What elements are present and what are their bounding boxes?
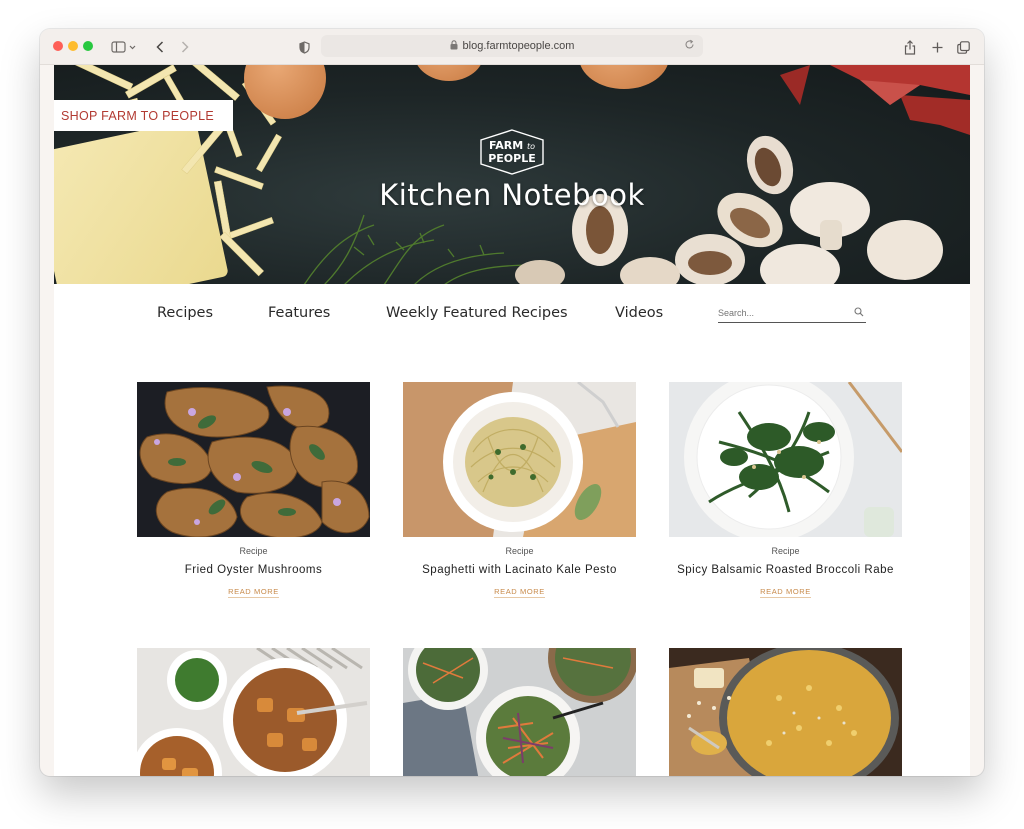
recipe-card[interactable]: Recipe Fried Oyster Mushrooms READ MORE	[137, 382, 370, 598]
search-box	[718, 305, 866, 323]
card-title[interactable]: Fried Oyster Mushrooms	[137, 564, 370, 576]
close-window-button[interactable]	[53, 41, 63, 51]
main-navigation: Recipes Features Weekly Featured Recipes…	[54, 284, 970, 344]
nav-item-recipes[interactable]: Recipes	[157, 305, 213, 321]
browser-toolbar: blog.farmtopeople.com	[40, 29, 984, 65]
spaghetti-kale-pesto-photo[interactable]	[403, 382, 636, 537]
logo-word-to: to	[527, 142, 536, 151]
logo-word-people: PEOPLE	[488, 152, 536, 165]
egg-image	[414, 65, 484, 81]
back-arrow-icon[interactable]	[153, 36, 167, 58]
card-title[interactable]: Spicy Balsamic Roasted Broccoli Rabe	[669, 564, 902, 576]
broccoli-rabe-photo[interactable]	[669, 382, 902, 537]
prosciutto-image	[780, 65, 970, 135]
read-more-link[interactable]: READ MORE	[137, 587, 370, 598]
fried-oyster-mushrooms-photo[interactable]	[137, 382, 370, 537]
recipe-card[interactable]	[669, 648, 902, 776]
recipe-card[interactable]: Recipe Spicy Balsamic Roasted Broccoli R…	[669, 382, 902, 598]
zoom-window-button[interactable]	[83, 41, 93, 51]
recipe-card[interactable]	[403, 648, 636, 776]
recipe-card[interactable]: Recipe Spaghetti with Lacinato Kale Pest…	[403, 382, 636, 598]
reload-icon[interactable]	[684, 39, 695, 53]
nav-item-videos[interactable]: Videos	[615, 305, 663, 321]
logo-word-farm: FARM	[488, 139, 524, 152]
web-page: SHOP FARM TO PEOPLE FARM to PEOPLE Kitch…	[54, 65, 970, 776]
tab-overview-icon[interactable]	[955, 36, 971, 58]
url-text: blog.farmtopeople.com	[462, 40, 575, 52]
card-category: Recipe	[505, 546, 534, 556]
risotto-pan-photo[interactable]	[669, 648, 902, 776]
shop-farm-to-people-button[interactable]: SHOP FARM TO PEOPLE	[54, 100, 233, 131]
minimize-window-button[interactable]	[68, 41, 78, 51]
egg-image	[579, 65, 669, 89]
card-title[interactable]: Spaghetti with Lacinato Kale Pesto	[403, 564, 636, 576]
sidebar-toggle-icon[interactable]	[109, 36, 139, 58]
share-icon[interactable]	[902, 36, 918, 58]
nav-item-weekly-featured-recipes[interactable]: Weekly Featured Recipes	[386, 305, 568, 321]
nav-item-features[interactable]: Features	[268, 305, 330, 321]
hero-banner: SHOP FARM TO PEOPLE FARM to PEOPLE Kitch…	[54, 65, 970, 284]
lock-icon	[450, 39, 458, 53]
new-tab-icon[interactable]	[929, 36, 945, 58]
farm-to-people-logo[interactable]: FARM to PEOPLE	[479, 129, 545, 175]
recipe-card[interactable]	[137, 648, 370, 776]
slaw-salad-photo[interactable]	[403, 648, 636, 776]
card-category: Recipe	[771, 546, 800, 556]
browser-window: blog.farmtopeople.com SHOP FARM TO PEOPL…	[40, 29, 984, 776]
search-icon[interactable]	[854, 307, 864, 319]
card-category: Recipe	[239, 546, 268, 556]
read-more-link[interactable]: READ MORE	[403, 587, 636, 598]
privacy-shield-icon[interactable]	[296, 36, 312, 58]
address-bar[interactable]: blog.farmtopeople.com	[321, 35, 703, 57]
search-input[interactable]	[718, 308, 838, 318]
stew-bowls-photo[interactable]	[137, 648, 370, 776]
page-title: Kitchen Notebook	[379, 178, 645, 212]
forward-arrow-icon[interactable]	[178, 36, 192, 58]
read-more-link[interactable]: READ MORE	[669, 587, 902, 598]
